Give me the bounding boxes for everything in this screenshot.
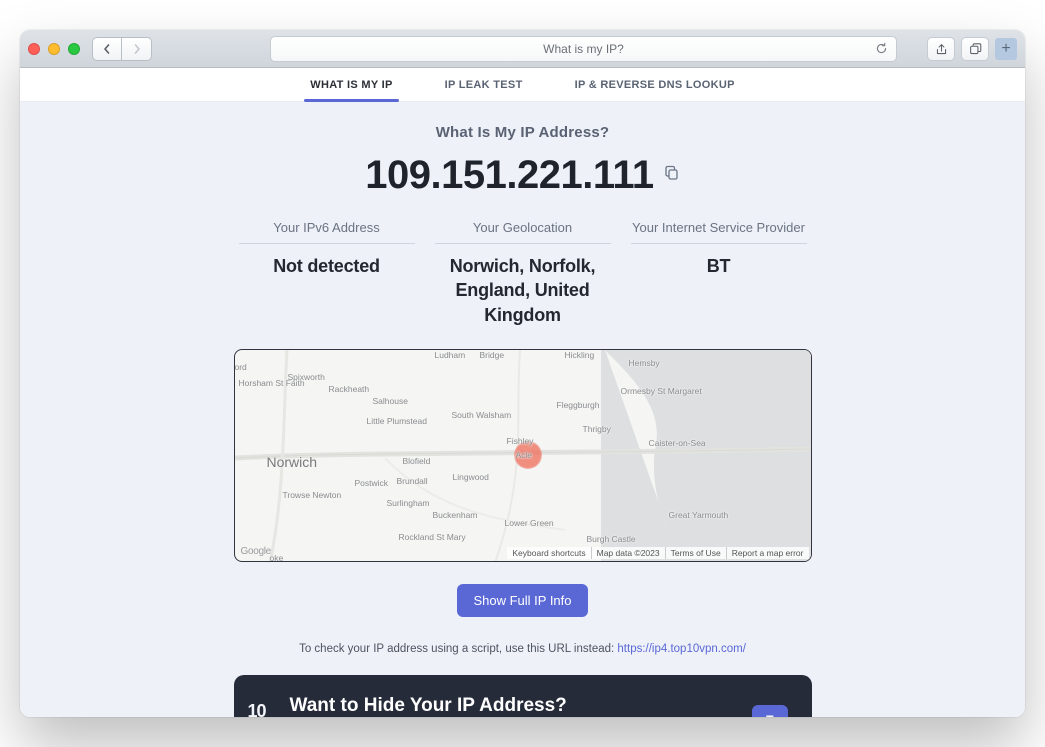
page-viewport: WHAT IS MY IP IP LEAK TEST IP & REVERSE … (20, 68, 1025, 717)
page-heading: What Is My IP Address? (20, 124, 1025, 141)
reload-button[interactable] (875, 42, 888, 58)
share-button[interactable] (927, 37, 955, 61)
show-full-ip-info-button[interactable]: Show Full IP Info (457, 584, 587, 617)
tab-ip-leak-test[interactable]: IP LEAK TEST (439, 69, 529, 101)
new-tab-button[interactable]: + (995, 38, 1017, 60)
map-place-label: Caister-on-Sea (649, 438, 706, 448)
card-ipv6: Your IPv6 Address Not detected (229, 220, 425, 327)
hint-link[interactable]: https://ip4.top10vpn.com/ (617, 643, 746, 655)
address-bar[interactable]: What is my IP? (270, 36, 897, 62)
card-value: Not detected (239, 254, 415, 278)
promo-cta-button[interactable]: T (752, 705, 787, 717)
zoom-window-button[interactable] (68, 43, 80, 55)
map-place-label: Brundall (397, 476, 428, 486)
map-report-link[interactable]: Report a map error (726, 547, 809, 559)
map-place-label: Thrigby (583, 424, 611, 434)
map-label-marker: Acle (516, 450, 533, 460)
reload-icon (875, 42, 888, 55)
map-place-label: Hickling (565, 350, 595, 360)
map-place-label: Bridge (480, 350, 505, 360)
site-tabs: WHAT IS MY IP IP LEAK TEST IP & REVERSE … (20, 68, 1025, 102)
map-place-label: Fishley (507, 436, 534, 446)
map-place-label: Hemsby (629, 358, 660, 368)
map-place-label: Postwick (355, 478, 389, 488)
promo-title: Want to Hide Your IP Address? (290, 695, 788, 717)
map-place-label: Great Yarmouth (669, 510, 729, 520)
back-button[interactable] (92, 37, 122, 61)
browser-titlebar: What is my IP? + (20, 30, 1025, 68)
map-terms-link[interactable]: Terms of Use (665, 547, 726, 559)
map-place-label: Salhouse (373, 396, 408, 406)
promo-logo-fragment: 10 (248, 701, 266, 717)
browser-window: What is my IP? + WHAT IS MY IP IP LEAK T… (20, 30, 1025, 717)
tab-what-is-my-ip[interactable]: WHAT IS MY IP (304, 69, 398, 101)
card-label: Your Geolocation (435, 220, 611, 244)
window-controls (28, 43, 80, 55)
map-place-label: Spixworth (288, 372, 325, 382)
map-canvas: Norwich Acle ord Horsham St Faith Spixwo… (235, 350, 811, 561)
map-place-label: Burgh Castle (587, 534, 636, 544)
map-place-label: Trowse Newton (283, 490, 342, 500)
minimize-window-button[interactable] (48, 43, 60, 55)
promo-banner: 10 Want to Hide Your IP Address? T (234, 675, 812, 717)
map-place-label: Blofield (403, 456, 431, 466)
map-place-label: Surlingham (387, 498, 430, 508)
hint-text: To check your IP address using a script,… (299, 643, 617, 655)
map-place-label: Ludham (435, 350, 466, 360)
map-place-label: oke (270, 553, 284, 562)
forward-button[interactable] (122, 37, 152, 61)
map-place-label: Little Plumstead (367, 416, 427, 426)
chevron-left-icon (102, 44, 112, 54)
card-isp: Your Internet Service Provider BT (621, 220, 817, 327)
card-geolocation: Your Geolocation Norwich, Norfolk, Engla… (425, 220, 621, 327)
ip-readout: 109.151.221.111 (20, 153, 1025, 198)
map-place-label: Fleggburgh (557, 400, 600, 410)
map-google-logo: Google (241, 546, 271, 557)
page-title: What is my IP? (543, 42, 624, 56)
map-place-label: ord (235, 362, 247, 372)
ip-address-value: 109.151.221.111 (365, 153, 653, 198)
main-content: What Is My IP Address? 109.151.221.111 Y… (20, 102, 1025, 717)
script-hint: To check your IP address using a script,… (20, 643, 1025, 655)
map-place-label: Lingwood (453, 472, 489, 482)
card-label: Your IPv6 Address (239, 220, 415, 244)
tabs-icon (969, 43, 982, 56)
card-value: BT (631, 254, 807, 278)
map-place-label: Rackheath (329, 384, 370, 394)
chevron-right-icon (132, 44, 142, 54)
card-value: Norwich, Norfolk, England, United Kingdo… (435, 254, 611, 327)
map-place-label: Lower Green (505, 518, 554, 528)
card-label: Your Internet Service Provider (631, 220, 807, 244)
close-window-button[interactable] (28, 43, 40, 55)
copy-ip-button[interactable] (664, 165, 680, 186)
share-icon (935, 43, 948, 56)
info-cards: Your IPv6 Address Not detected Your Geol… (20, 220, 1025, 327)
map[interactable]: Norwich Acle ord Horsham St Faith Spixwo… (234, 349, 812, 562)
map-attribution: Keyboard shortcuts Map data ©2023 Terms … (507, 547, 808, 559)
map-place-label: South Walsham (452, 410, 512, 420)
map-keyboard-shortcuts[interactable]: Keyboard shortcuts (507, 547, 590, 559)
show-tabs-button[interactable] (961, 37, 989, 61)
map-label-city: Norwich (267, 454, 318, 470)
copy-icon (664, 165, 680, 181)
map-data-copyright: Map data ©2023 (591, 547, 665, 559)
toolbar-right: + (927, 37, 1017, 61)
navigation-buttons (92, 37, 152, 61)
tab-reverse-dns[interactable]: IP & REVERSE DNS LOOKUP (569, 69, 741, 101)
map-place-label: Rockland St Mary (399, 532, 466, 542)
map-place-label: Buckenham (433, 510, 478, 520)
map-place-label: Ormesby St Margaret (621, 386, 702, 396)
